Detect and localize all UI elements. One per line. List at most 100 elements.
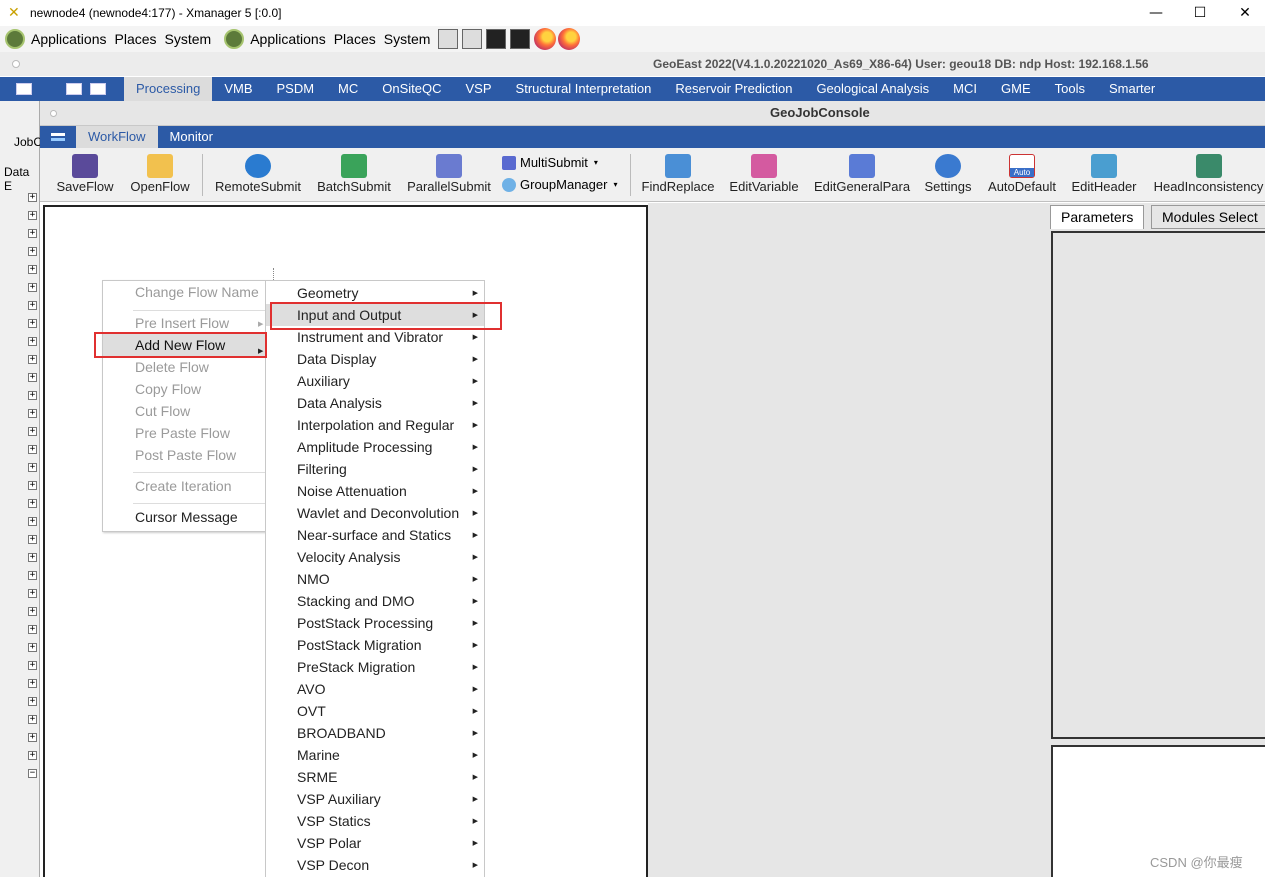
dropdown-arrow-icon[interactable]: ▾ — [594, 158, 598, 167]
tree-expand-icon[interactable]: + — [28, 265, 37, 274]
menu-copy-flow[interactable]: Copy Flow — [135, 381, 201, 397]
submenu-item[interactable]: Filtering ▶ — [266, 458, 484, 480]
notes-icon[interactable] — [462, 29, 483, 49]
notes-icon[interactable] — [438, 29, 459, 49]
menu-cut-flow[interactable]: Cut Flow — [135, 403, 190, 419]
tree-expand-icon[interactable]: + — [28, 607, 37, 616]
menu-vmb[interactable]: VMB — [212, 77, 264, 101]
gnome-applications-menu-2[interactable]: Applications — [250, 31, 326, 47]
menu-smarter[interactable]: Smarter — [1097, 77, 1167, 101]
remote-submit-button[interactable]: RemoteSubmit — [214, 148, 302, 202]
tab-workflow[interactable]: WorkFlow — [76, 126, 158, 148]
menu-change-flow-name[interactable]: Change Flow Name — [135, 284, 259, 300]
tree-expand-icon[interactable]: + — [28, 535, 37, 544]
group-manager-button[interactable]: GroupManager ▾ — [502, 177, 617, 192]
tree-expand-icon[interactable]: + — [28, 661, 37, 670]
submenu-item[interactable]: Auxiliary ▶ — [266, 370, 484, 392]
data-browser-label[interactable]: Data E — [4, 165, 39, 193]
tree-expand-icon[interactable]: + — [28, 355, 37, 364]
menu-mc[interactable]: MC — [326, 77, 370, 101]
list-menu-icon[interactable] — [16, 83, 32, 95]
tab-modules-select[interactable]: Modules Select — [1151, 205, 1265, 229]
terminal-icon[interactable] — [486, 29, 507, 49]
tree-expand-icon[interactable]: + — [28, 301, 37, 310]
tree-expand-icon[interactable]: + — [28, 283, 37, 292]
menu-mci[interactable]: MCI — [941, 77, 989, 101]
head-inconsistency-button[interactable]: HeadInconsistency — [1152, 148, 1265, 202]
submenu-item[interactable]: VSP Polar ▶ — [266, 832, 484, 854]
gnome-applications-menu[interactable]: Applications — [31, 31, 107, 47]
tree-collapse-icon[interactable]: − — [28, 769, 37, 778]
menu-create-iteration[interactable]: Create Iteration — [135, 478, 232, 494]
tree-expand-icon[interactable]: + — [28, 337, 37, 346]
edit-general-para-button[interactable]: EditGeneralPara — [812, 148, 912, 202]
open-flow-button[interactable]: OpenFlow — [128, 148, 192, 202]
menu-psdm[interactable]: PSDM — [264, 77, 326, 101]
edit-variable-button[interactable]: EditVariable — [726, 148, 802, 202]
tab-parameters[interactable]: Parameters — [1050, 205, 1145, 229]
menu-processing[interactable]: Processing — [124, 77, 213, 101]
tree-expand-icon[interactable]: + — [28, 571, 37, 580]
submenu-item[interactable]: Amplitude Processing ▶ — [266, 436, 484, 458]
tree-expand-icon[interactable]: + — [28, 733, 37, 742]
parallel-submit-button[interactable]: ParallelSubmit — [404, 148, 494, 202]
auto-default-button[interactable]: Auto AutoDefault — [984, 148, 1060, 202]
submenu-item[interactable]: OVT ▶ — [266, 700, 484, 722]
submenu-item[interactable]: Marine ▶ — [266, 744, 484, 766]
submenu-item[interactable]: PreStack Migration ▶ — [266, 656, 484, 678]
job-console-label[interactable]: JobC — [14, 135, 42, 149]
submenu-item[interactable]: VSP Decon ▶ — [266, 854, 484, 876]
menu-onsiteqc[interactable]: OnSiteQC — [370, 77, 453, 101]
terminal-icon[interactable] — [510, 29, 531, 49]
tree-expand-icon[interactable]: + — [28, 553, 37, 562]
edit-header-button[interactable]: EditHeader — [1064, 148, 1144, 202]
submenu-item[interactable]: Data Display ▶ — [266, 348, 484, 370]
submenu-item[interactable]: AVO ▶ — [266, 678, 484, 700]
submenu-item[interactable]: NMO ▶ — [266, 568, 484, 590]
menu-delete-flow[interactable]: Delete Flow — [135, 359, 209, 375]
tree-expand-icon[interactable]: + — [28, 643, 37, 652]
menu-pre-paste-flow[interactable]: Pre Paste Flow — [135, 425, 230, 441]
tree-expand-icon[interactable]: + — [28, 247, 37, 256]
menu-pre-insert-flow[interactable]: Pre Insert Flow — [135, 315, 229, 331]
tree-expand-icon[interactable]: + — [28, 391, 37, 400]
menu-gme[interactable]: GME — [989, 77, 1043, 101]
menu-structural-interpretation[interactable]: Structural Interpretation — [504, 77, 664, 101]
submenu-item[interactable]: VSP Auxiliary ▶ — [266, 788, 484, 810]
menu-vsp[interactable]: VSP — [454, 77, 504, 101]
tree-expand-icon[interactable]: + — [28, 481, 37, 490]
close-button[interactable]: ✕ — [1222, 0, 1265, 26]
submenu-item[interactable]: PostStack Migration ▶ — [266, 634, 484, 656]
submenu-item[interactable]: VSP Statics ▶ — [266, 810, 484, 832]
tree-expand-icon[interactable]: + — [28, 373, 37, 382]
find-replace-button[interactable]: FindReplace — [640, 148, 716, 202]
tree-expand-icon[interactable]: + — [28, 319, 37, 328]
tree-expand-icon[interactable]: + — [28, 499, 37, 508]
menu-post-paste-flow[interactable]: Post Paste Flow — [135, 447, 236, 463]
tree-expand-icon[interactable]: + — [28, 697, 37, 706]
tree-expand-icon[interactable]: + — [28, 751, 37, 760]
submenu-item[interactable]: Stacking and DMO ▶ — [266, 590, 484, 612]
submenu-item[interactable]: Wavlet and Deconvolution ▶ — [266, 502, 484, 524]
gnome-places-menu-2[interactable]: Places — [334, 31, 376, 47]
tree-expand-icon[interactable]: + — [28, 409, 37, 418]
tree-expand-icon[interactable]: + — [28, 625, 37, 634]
tab-monitor[interactable]: Monitor — [158, 126, 225, 148]
maximize-button[interactable]: ☐ — [1177, 0, 1223, 26]
gnome-places-menu[interactable]: Places — [115, 31, 157, 47]
menu-reservoir-prediction[interactable]: Reservoir Prediction — [663, 77, 804, 101]
save-flow-button[interactable]: SaveFlow — [54, 148, 116, 202]
monitor-icon[interactable] — [90, 83, 106, 95]
firefox-icon[interactable] — [558, 28, 581, 50]
batch-submit-button[interactable]: BatchSubmit — [314, 148, 394, 202]
submenu-item[interactable]: SRME ▶ — [266, 766, 484, 788]
tree-expand-icon[interactable]: + — [28, 229, 37, 238]
tree-expand-icon[interactable]: + — [28, 211, 37, 220]
tree-expand-icon[interactable]: + — [28, 679, 37, 688]
menu-tools[interactable]: Tools — [1043, 77, 1097, 101]
submenu-item[interactable]: PostStack Processing ▶ — [266, 612, 484, 634]
tree-expand-icon[interactable]: + — [28, 463, 37, 472]
submenu-item[interactable]: Velocity Analysis ▶ — [266, 546, 484, 568]
tree-expand-icon[interactable]: + — [28, 193, 37, 202]
submenu-item[interactable]: Data Analysis ▶ — [266, 392, 484, 414]
